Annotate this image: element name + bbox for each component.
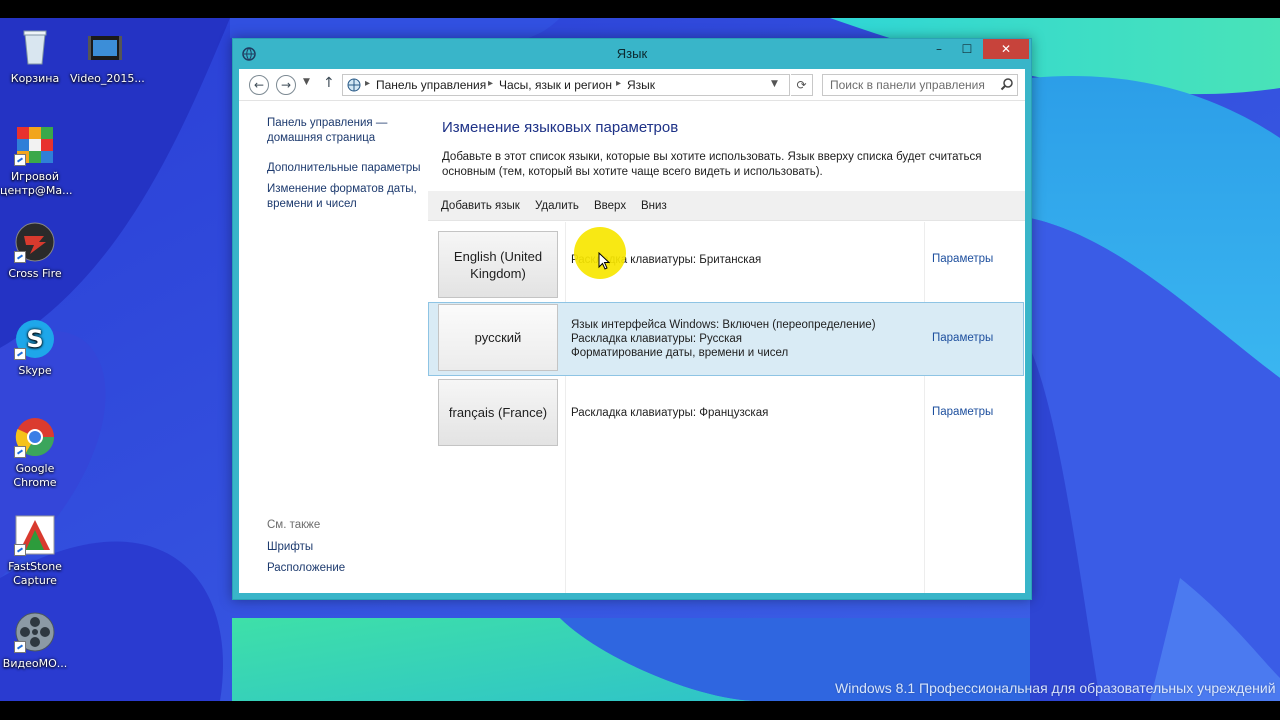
language-details: Раскладка клавиатуры: Французская <box>571 406 768 420</box>
desktop-icon-game-center[interactable]: Игровой центр@Ma... <box>0 124 73 198</box>
svg-text:S: S <box>26 325 43 353</box>
mouse-pointer-icon <box>598 252 610 270</box>
recycle-bin-icon <box>14 26 56 68</box>
screen: Корзина Video_2015... Игровой центр@Ma..… <box>0 0 1280 720</box>
language-options-link[interactable]: Параметры <box>932 406 993 418</box>
language-options-link[interactable]: Параметры <box>932 253 993 265</box>
back-button[interactable]: ← <box>249 75 269 95</box>
add-language-button[interactable]: Добавить язык <box>441 200 520 212</box>
desktop-icon-label: Cross Fire <box>8 267 62 280</box>
shortcut-arrow-icon <box>14 446 26 458</box>
up-button[interactable]: ↑ <box>323 75 335 91</box>
close-button[interactable]: ✕ <box>983 39 1029 59</box>
remove-button[interactable]: Удалить <box>535 200 579 212</box>
language-row-russian[interactable]: русский Язык интерфейса Windows: Включен… <box>428 302 1024 376</box>
language-window: Язык – ☐ ✕ ← → ▼ ↑ ▸ Панель управления ▸… <box>232 38 1032 600</box>
language-details: Язык интерфейса Windows: Включен (переоп… <box>571 318 876 360</box>
letterbox-bottom <box>0 701 1280 720</box>
desktop-icon-label: Video_2015... <box>70 72 145 85</box>
breadcrumb-separator-icon: ▸ <box>365 78 371 89</box>
control-panel-icon <box>347 78 361 92</box>
shortcut-arrow-icon <box>14 348 26 360</box>
desktop-icon-label: ВидеоМО... <box>2 657 68 670</box>
desktop-icon-skype[interactable]: S Skype <box>0 318 70 378</box>
title-bar[interactable]: Язык – ☐ ✕ <box>233 39 1031 68</box>
language-row-english[interactable]: English (United Kingdom) Раскладка клави… <box>428 224 1024 298</box>
forward-button[interactable]: → <box>276 75 296 95</box>
address-bar[interactable]: ▸ Панель управления ▸ Часы, язык и регио… <box>342 74 790 96</box>
link-control-panel-home[interactable]: Панель управления — домашняя страница <box>267 116 407 146</box>
language-tile[interactable]: français (France) <box>438 379 558 446</box>
breadcrumb-separator-icon: ▸ <box>616 78 622 89</box>
video-file-icon <box>84 26 126 68</box>
breadcrumb-separator-icon: ▸ <box>488 78 494 89</box>
language-row-french[interactable]: français (France) Раскладка клавиатуры: … <box>428 372 1024 446</box>
left-navigation-pane: Панель управления — домашняя страница До… <box>239 101 427 593</box>
search-input[interactable]: Поиск в панели управления <box>822 74 1018 96</box>
address-history-dropdown-icon[interactable]: ▼ <box>771 79 778 89</box>
shortcut-arrow-icon <box>14 251 26 263</box>
move-down-button[interactable]: Вниз <box>641 200 667 212</box>
window-title: Язык <box>616 46 648 61</box>
link-change-date-formats[interactable]: Изменение форматов даты, времени и чисел <box>267 182 427 212</box>
skype-icon: S <box>14 318 56 360</box>
faststone-capture-icon <box>14 514 56 556</box>
shortcut-arrow-icon <box>14 641 26 653</box>
main-pane: Изменение языковых параметров Добавьте в… <box>427 101 1025 593</box>
game-center-icon <box>14 124 56 166</box>
desktop-icon-recycle-bin[interactable]: Корзина <box>0 26 70 86</box>
move-up-button[interactable]: Вверх <box>594 200 626 212</box>
cross-fire-icon <box>14 221 56 263</box>
minimize-button[interactable]: – <box>926 39 952 59</box>
link-location[interactable]: Расположение <box>267 561 345 576</box>
chrome-icon <box>14 416 56 458</box>
breadcrumb-clock-language-region[interactable]: Часы, язык и регион <box>499 78 612 92</box>
language-toolbar: Добавить язык Удалить Вверх Вниз <box>428 191 1025 221</box>
windows-edition-watermark: Windows 8.1 Профессиональная для образов… <box>835 680 1276 696</box>
language-options-link[interactable]: Параметры <box>932 332 993 344</box>
see-also-heading: См. также <box>267 519 321 531</box>
desktop-icon-label: FastStone Capture <box>8 560 62 587</box>
desktop-icon-label: Skype <box>18 364 52 377</box>
shortcut-arrow-icon <box>14 154 26 166</box>
link-advanced-settings[interactable]: Дополнительные параметры <box>267 161 427 176</box>
language-tile[interactable]: English (United Kingdom) <box>438 231 558 298</box>
maximize-button[interactable]: ☐ <box>954 39 980 59</box>
desktop-icon-label: Игровой центр@Ma... <box>0 170 73 197</box>
letterbox-top <box>0 0 1280 18</box>
desktop-icon-label: Google Chrome <box>13 462 57 489</box>
desktop-icon-google-chrome[interactable]: Google Chrome <box>0 416 70 490</box>
search-icon[interactable] <box>1000 77 1014 91</box>
window-content: Панель управления — домашняя страница До… <box>239 101 1025 593</box>
refresh-button[interactable]: ⟳ <box>791 74 813 96</box>
desktop-icon-cross-fire[interactable]: Cross Fire <box>0 221 70 281</box>
film-reel-icon <box>14 611 56 653</box>
recent-locations-dropdown-icon[interactable]: ▼ <box>303 77 310 87</box>
desktop-icon-label: Корзина <box>10 72 60 85</box>
language-detail-line: Форматирование даты, времени и чисел <box>571 347 789 359</box>
desktop-icon-faststone-capture[interactable]: FastStone Capture <box>0 514 70 588</box>
navigation-bar: ← → ▼ ↑ ▸ Панель управления ▸ Часы, язык… <box>239 69 1025 101</box>
breadcrumb-language[interactable]: Язык <box>627 78 655 92</box>
shortcut-arrow-icon <box>14 544 26 556</box>
link-fonts[interactable]: Шрифты <box>267 540 313 555</box>
language-detail-line: Язык интерфейса Windows: Включен (переоп… <box>571 319 876 331</box>
breadcrumb-control-panel[interactable]: Панель управления <box>376 78 486 92</box>
desktop-icon-video-master[interactable]: ВидеоМО... <box>0 611 70 671</box>
page-title: Изменение языковых параметров <box>442 119 679 136</box>
desktop-icon-video-file[interactable]: Video_2015... <box>70 26 145 86</box>
language-tile[interactable]: русский <box>438 304 558 371</box>
language-list: English (United Kingdom) Раскладка клави… <box>427 222 1025 593</box>
language-detail-line: Раскладка клавиатуры: Французская <box>571 407 769 419</box>
page-description: Добавьте в этот список языки, которые вы… <box>442 151 982 178</box>
search-placeholder: Поиск в панели управления <box>830 78 985 92</box>
language-detail-line: Раскладка клавиатуры: Русская <box>571 333 742 345</box>
